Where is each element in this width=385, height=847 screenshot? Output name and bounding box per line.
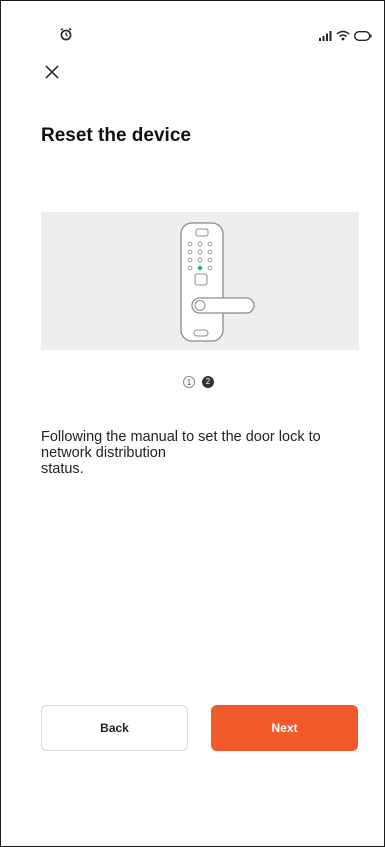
step-dot-1: 1 bbox=[183, 376, 195, 388]
door-lock-icon bbox=[180, 222, 255, 342]
wifi-icon bbox=[336, 28, 350, 46]
device-illustration bbox=[41, 212, 359, 350]
app-screen: Reset the device 1 2 Following the manua… bbox=[0, 0, 385, 847]
alarm-clock-icon bbox=[59, 27, 73, 41]
status-icons bbox=[319, 28, 372, 46]
back-button[interactable]: Back bbox=[41, 705, 188, 751]
page-title: Reset the device bbox=[41, 125, 191, 146]
instruction-line-1: Following the manual to set the door loc… bbox=[41, 429, 321, 445]
instruction-line-3: status. bbox=[41, 461, 84, 477]
instruction-text: Following the manual to set the door loc… bbox=[41, 429, 371, 477]
close-button[interactable] bbox=[41, 63, 63, 85]
instruction-line-2: network distribution bbox=[41, 445, 166, 461]
signal-icon bbox=[319, 28, 332, 46]
status-bar bbox=[1, 1, 384, 57]
close-icon bbox=[44, 64, 60, 85]
next-button[interactable]: Next bbox=[211, 705, 358, 751]
step-indicator: 1 2 bbox=[183, 376, 214, 388]
battery-icon bbox=[353, 28, 372, 46]
step-dot-2: 2 bbox=[202, 376, 214, 388]
